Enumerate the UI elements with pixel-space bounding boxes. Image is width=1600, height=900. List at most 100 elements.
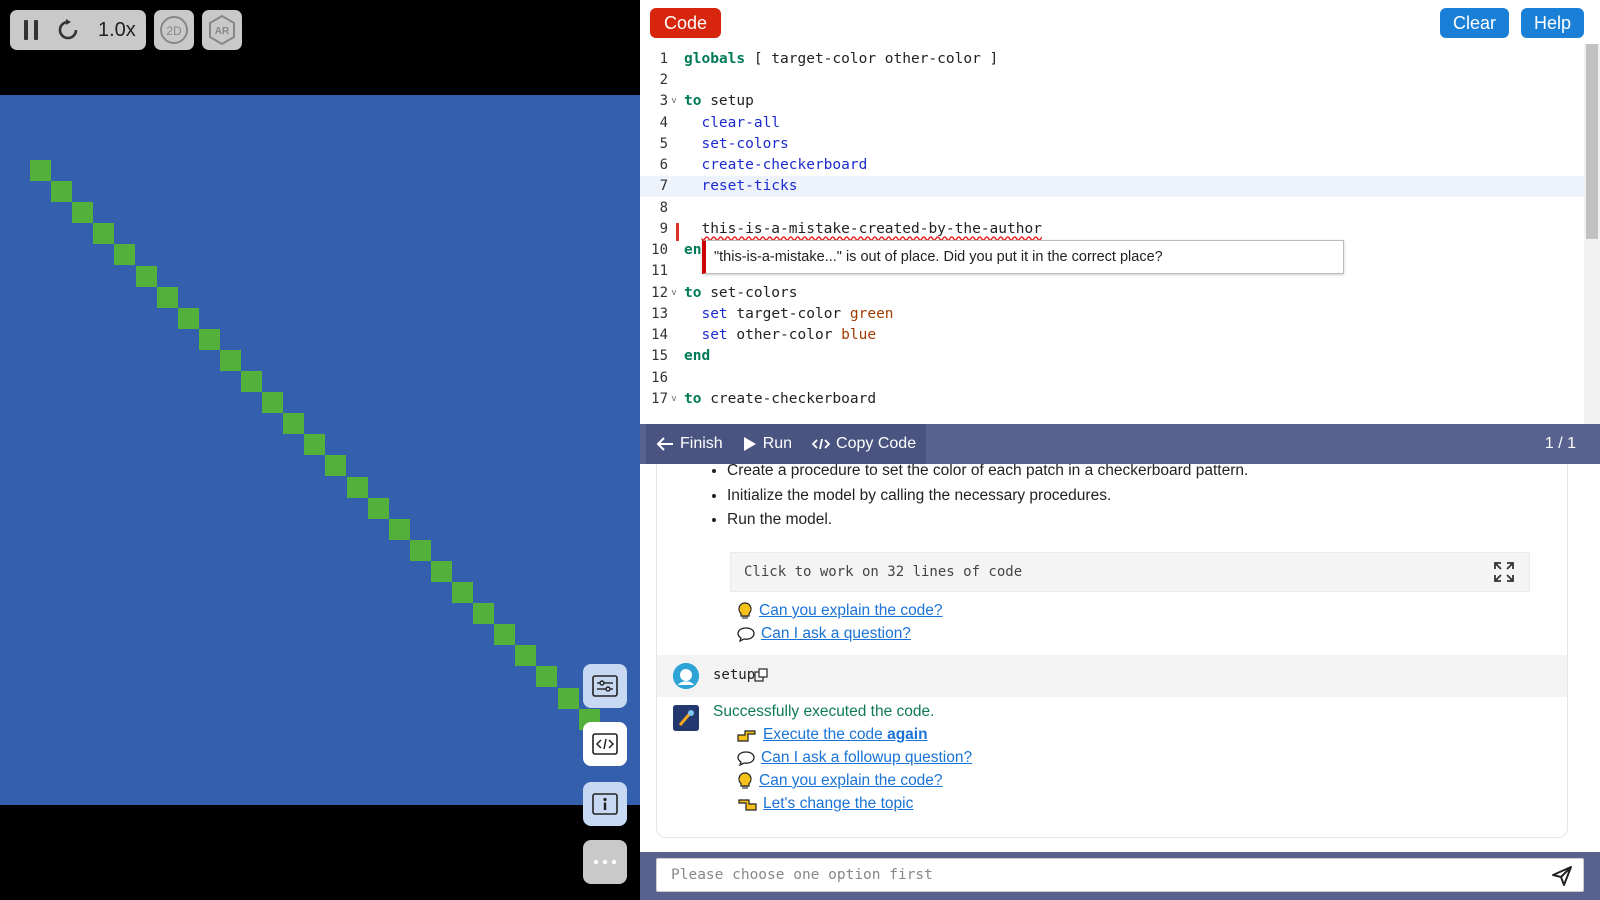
change-topic-link[interactable]: Let's change the topic xyxy=(763,795,913,813)
expand-icon[interactable] xyxy=(1493,561,1515,583)
chat-input-placeholder: Please choose one option first xyxy=(671,867,933,883)
followup-question-link[interactable]: Can I ask a followup question? xyxy=(761,749,972,767)
code-text: set other-color blue xyxy=(701,327,877,344)
mode-ar-button[interactable]: AR xyxy=(201,10,242,50)
green-patch xyxy=(515,645,537,667)
run-label: Run xyxy=(762,435,793,452)
arrow-left-icon xyxy=(656,437,673,451)
code-text: end xyxy=(684,348,711,365)
code-icon xyxy=(592,733,618,755)
mode-ar-icon: AR xyxy=(208,14,235,46)
command-bar: Finish Run Copy Code 1 / 1 xyxy=(640,424,1600,464)
error-tooltip: "this-is-a-mistake..." is out of place. … xyxy=(702,240,1344,274)
more-icon xyxy=(593,859,617,865)
code-line[interactable]: 12 v to set-colors xyxy=(640,282,1584,304)
green-patch xyxy=(557,687,579,709)
change-topic-row[interactable]: Let's change the topic xyxy=(737,795,913,813)
code-line[interactable]: 13 set target-color green xyxy=(640,303,1584,325)
followup-row[interactable]: Can I ask a followup question? xyxy=(737,749,972,767)
top-controls: 1.0x 2D AR xyxy=(10,10,242,50)
list-item: Initialize the model by calling the nece… xyxy=(727,484,1248,509)
user-message: setup xyxy=(713,667,756,683)
code-line[interactable]: 3 v to setup xyxy=(640,91,1584,113)
green-patch xyxy=(93,223,115,245)
green-patch xyxy=(494,624,516,646)
info-button[interactable] xyxy=(583,782,627,826)
code-line[interactable]: 9 this-is-a-mistake-created-by-the-autho… xyxy=(640,218,1584,240)
assistant-avatar xyxy=(673,705,699,731)
code-button[interactable]: Code xyxy=(650,8,722,38)
restart-button[interactable] xyxy=(56,18,80,42)
code-text: to set-colors xyxy=(684,284,798,301)
code-line[interactable]: 14 set other-color blue xyxy=(640,324,1584,346)
chat-input[interactable]: Please choose one option first xyxy=(656,858,1584,892)
chat-panel: Create a procedure to set the color of e… xyxy=(640,464,1600,852)
help-button[interactable]: Help xyxy=(1521,8,1585,38)
green-patch xyxy=(452,582,474,604)
code-line[interactable]: 15 end xyxy=(640,346,1584,368)
execute-again-row[interactable]: Execute the code again xyxy=(737,726,928,744)
line-number: 7 xyxy=(659,178,668,195)
code-line[interactable]: 16 xyxy=(640,367,1584,389)
editor-scrollbar[interactable] xyxy=(1584,44,1600,424)
code-line[interactable]: 7 reset-ticks xyxy=(640,175,1584,198)
ask-link-row[interactable]: Can I ask a question? xyxy=(737,625,911,643)
code-view-button[interactable] xyxy=(583,722,627,766)
code-line[interactable]: 2 xyxy=(640,69,1584,91)
editor-toolbar: Code Clear Help xyxy=(640,0,1600,44)
code-line[interactable]: 5 set-colors xyxy=(640,133,1584,155)
ask-question-link[interactable]: Can I ask a question? xyxy=(761,625,911,643)
speed-button[interactable]: 1.0x xyxy=(98,19,136,42)
explain-again-row[interactable]: Can you explain the code? xyxy=(737,772,943,790)
explain-link-row[interactable]: Can you explain the code? xyxy=(737,602,943,620)
editor-scroll-thumb[interactable] xyxy=(1586,44,1598,239)
execute-again-link[interactable]: Execute the code again xyxy=(763,726,928,744)
line-number: 5 xyxy=(659,135,668,152)
world-view[interactable] xyxy=(0,95,640,805)
fold-toggle-icon[interactable]: v xyxy=(668,288,678,298)
clear-button[interactable]: Clear xyxy=(1440,8,1510,38)
code-text: to setup xyxy=(684,93,754,110)
line-number: 6 xyxy=(659,157,668,174)
explain-code-link[interactable]: Can you explain the code? xyxy=(759,602,943,620)
code-line[interactable]: 17 v to create-checkerboard xyxy=(640,388,1584,410)
send-icon[interactable] xyxy=(1551,865,1573,887)
execution-status: Successfully executed the code. xyxy=(713,703,935,720)
code-editor[interactable]: 1 globals [ target-color other-color ] 2 3 v… xyxy=(640,44,1600,424)
run-button[interactable]: Run xyxy=(732,424,803,464)
green-patch xyxy=(346,476,368,498)
code-text: reset-ticks xyxy=(701,178,798,195)
code-snippet-box[interactable]: Click to work on 32 lines of code xyxy=(730,552,1530,592)
green-patch xyxy=(241,371,263,393)
more-button[interactable] xyxy=(583,840,627,884)
fold-toggle-icon[interactable]: v xyxy=(668,394,678,404)
copy-icon[interactable] xyxy=(754,668,768,682)
green-patch xyxy=(283,413,305,435)
mode-2d-icon: 2D xyxy=(159,16,188,44)
code-text: globals [ target-color other-color ] xyxy=(684,50,999,67)
green-patch xyxy=(156,286,178,308)
code-snippet-label: Click to work on 32 lines of code xyxy=(744,564,1023,580)
list-item: Run the model. xyxy=(727,508,1248,533)
code-line[interactable]: 8 xyxy=(640,197,1584,219)
settings-button[interactable] xyxy=(583,664,627,708)
code-line[interactable]: 1 globals [ target-color other-color ] xyxy=(640,48,1584,70)
user-avatar xyxy=(673,663,699,689)
code-text: create-checkerboard xyxy=(701,157,868,174)
line-number: 14 xyxy=(651,327,668,344)
code-text: clear-all xyxy=(701,114,781,131)
pause-button[interactable] xyxy=(24,20,38,40)
code-line[interactable]: 4 clear-all xyxy=(640,112,1584,134)
finish-label: Finish xyxy=(680,435,723,452)
mode-2d-button[interactable]: 2D xyxy=(153,10,194,50)
copy-code-label: Copy Code xyxy=(836,435,917,452)
user-message-row: setup xyxy=(657,655,1567,697)
chat-card: Create a procedure to set the color of e… xyxy=(656,464,1568,838)
finish-button[interactable]: Finish xyxy=(646,424,733,464)
explain-code-link[interactable]: Can you explain the code? xyxy=(759,772,943,790)
fold-toggle-icon[interactable]: v xyxy=(668,96,678,106)
code-line[interactable]: 6 create-checkerboard xyxy=(640,154,1584,176)
copy-code-button[interactable]: Copy Code xyxy=(802,424,927,464)
green-patch xyxy=(198,328,220,350)
green-patch xyxy=(409,539,431,561)
